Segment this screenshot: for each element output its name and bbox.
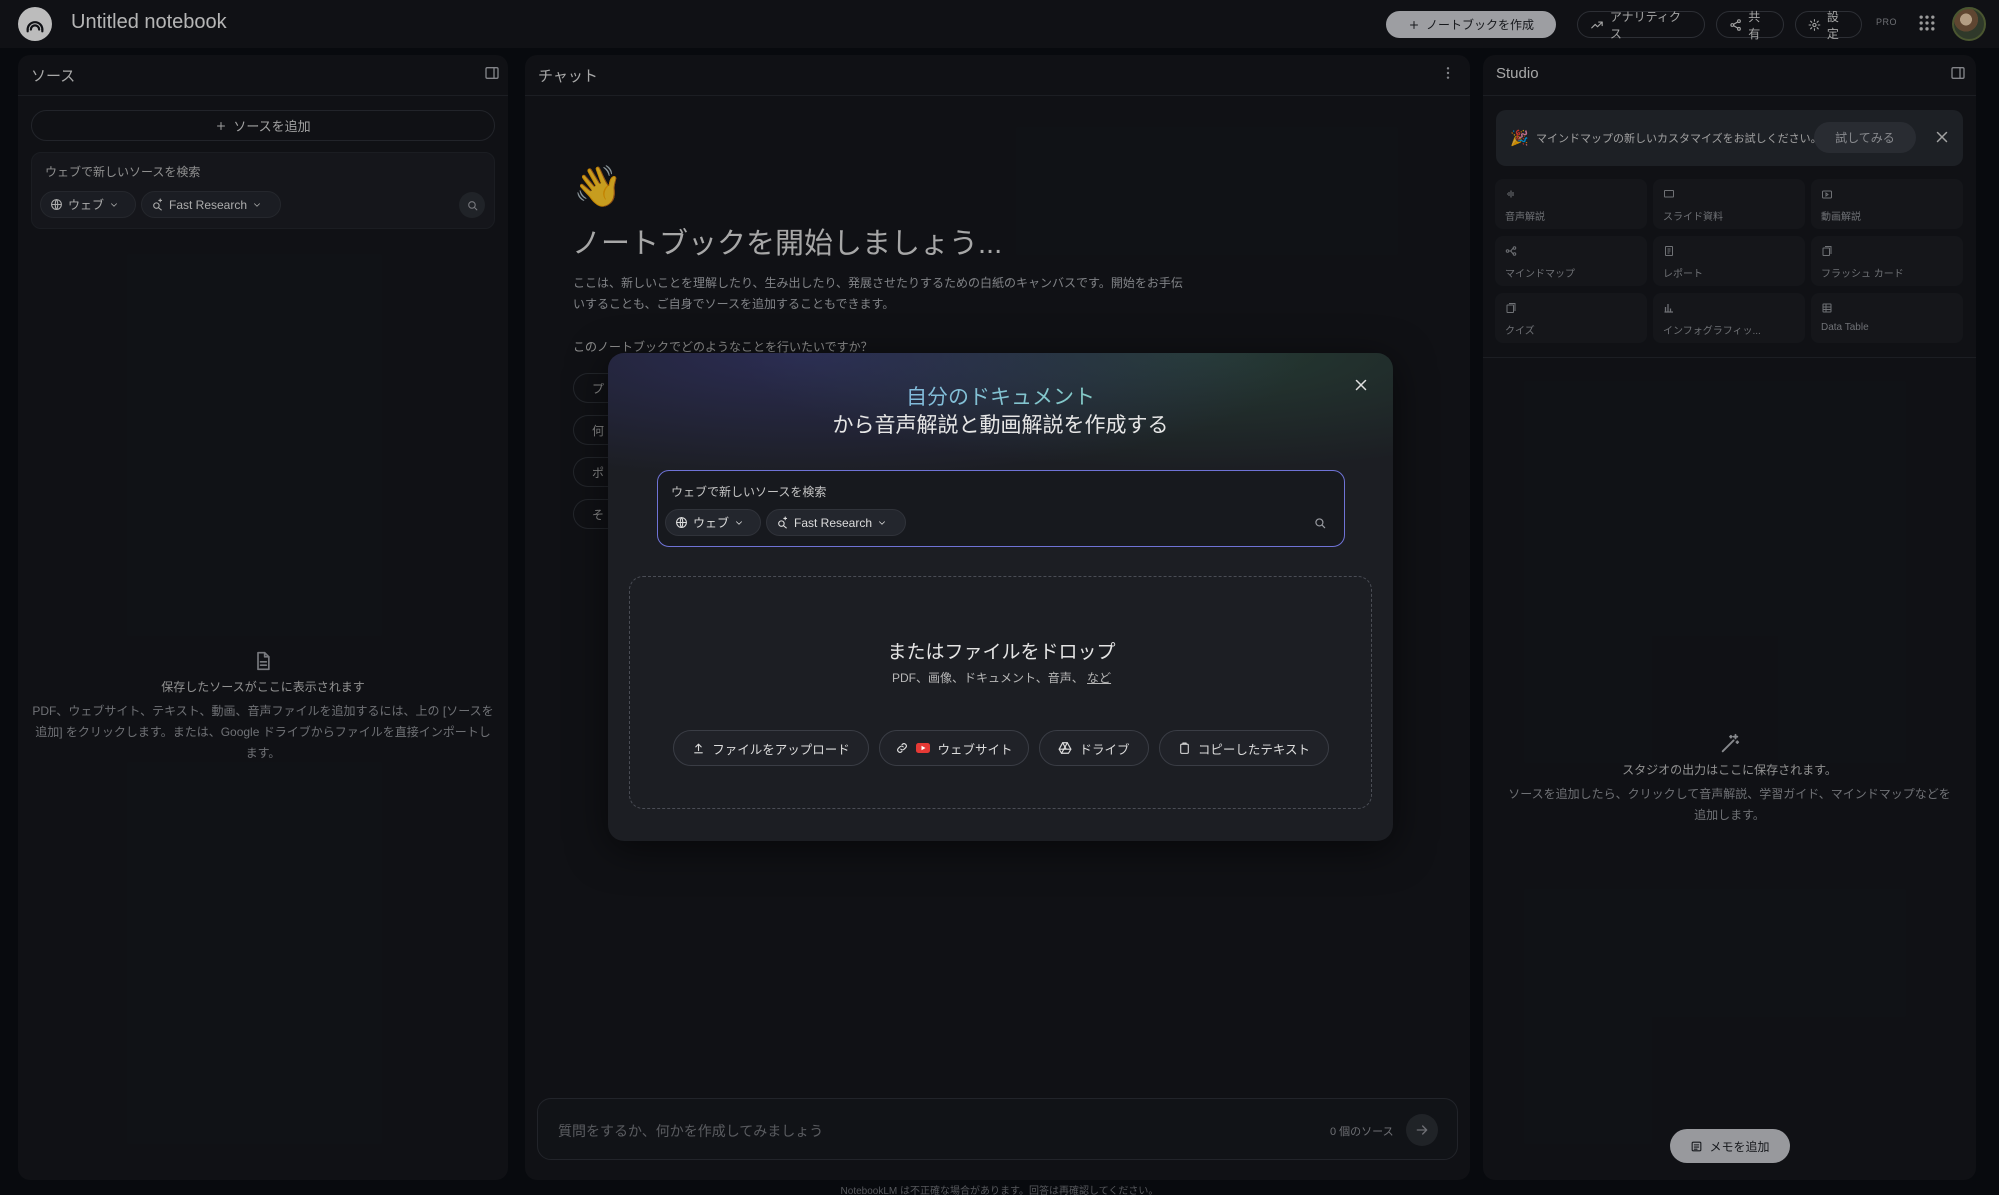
file-types-text: PDF、画像、ドキュメント、音声、 — [891, 671, 1084, 685]
search-submit-button[interactable] — [1307, 510, 1333, 536]
copied-text-button[interactable]: コピーしたテキスト — [1159, 730, 1329, 766]
more-types-link[interactable]: など — [1087, 671, 1111, 685]
file-drop-zone[interactable]: またはファイルをドロップ PDF、画像、ドキュメント、音声、 など ファイルをア… — [629, 576, 1372, 809]
drive-label: ドライブ — [1079, 742, 1130, 757]
drop-title: またはファイルをドロップ — [887, 642, 1116, 663]
chevron-down-icon — [736, 520, 742, 525]
youtube-icon — [916, 743, 931, 753]
search-icon — [1315, 518, 1326, 529]
modal-heading-highlight: 自分のドキュメント — [608, 381, 1393, 411]
add-source-modal: 自分のドキュメント から音声解説と動画解説を作成する ウェブで新しいソースを検索… — [608, 353, 1393, 841]
upload-file-label: ファイルをアップロード — [712, 742, 850, 757]
web-source-select[interactable]: ウェブ — [665, 509, 761, 536]
copied-text-label: コピーしたテキスト — [1197, 742, 1311, 757]
drive-button[interactable]: ドライブ — [1039, 730, 1149, 766]
clipboard-icon — [1180, 742, 1189, 754]
modal-heading: から音声解説と動画解説を作成する — [832, 414, 1169, 437]
link-icon — [897, 743, 908, 753]
search-label[interactable]: ウェブで新しいソースを検索 — [671, 483, 826, 500]
upload-file-button[interactable]: ファイルをアップロード — [673, 730, 869, 766]
globe-icon — [676, 517, 687, 528]
research-option-label: Fast Research — [794, 515, 873, 530]
search-sparkle-icon — [778, 516, 788, 529]
upload-icon — [694, 743, 704, 753]
drop-file-types: PDF、画像、ドキュメント、音声、 など — [630, 669, 1373, 686]
modal-web-search: ウェブで新しいソースを検索 ウェブ Fast Research — [657, 470, 1345, 547]
web-option-label: ウェブ — [693, 516, 730, 530]
google-drive-icon — [1059, 742, 1072, 754]
website-label: ウェブサイト — [937, 742, 1013, 757]
research-mode-select[interactable]: Fast Research — [766, 509, 906, 536]
chevron-down-icon — [879, 520, 885, 525]
website-button[interactable]: ウェブサイト — [879, 730, 1029, 766]
